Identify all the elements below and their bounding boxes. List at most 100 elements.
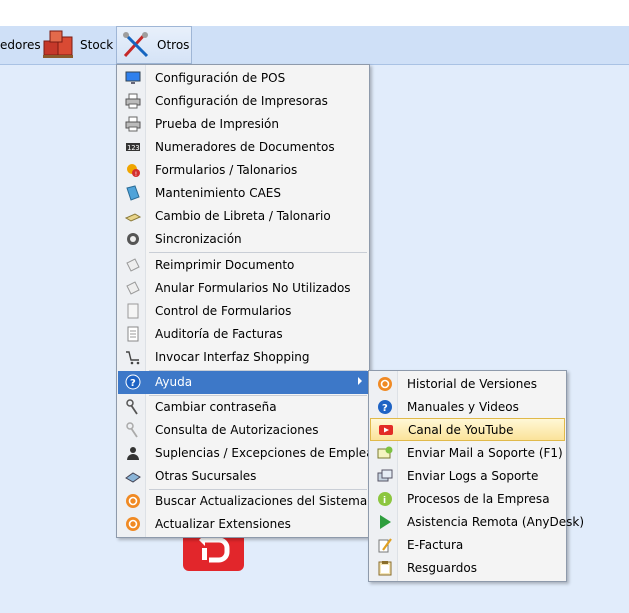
menu-item-consulta-autorizaciones[interactable]: Consulta de Autorizaciones [118,419,368,441]
menu-item-suplencias[interactable]: Suplencias / Excepciones de Empleados [118,442,395,464]
store-icon [125,472,141,483]
menu-item-control-formularios[interactable]: Control de Formularios [118,300,368,322]
toolbar-item-label: Stock [80,38,114,52]
stock-boxes-icon [43,30,73,58]
ayuda-submenu: Historial de Versiones ? Manuales y Vide… [368,370,584,582]
clipboard-icon [378,561,392,576]
otros-menu: Configuración de POS Configuración de Im… [116,64,395,538]
menu-item-cambio-libreta[interactable]: Cambio de Libreta / Talonario [118,205,368,227]
submenu-item-resguardos[interactable]: Resguardos [370,557,565,579]
toolbar-item-label: edores [0,38,41,52]
toolbar-item-proveedores[interactable]: edores [0,26,41,64]
submenu-item-e-factura[interactable]: E-Factura [370,534,565,556]
key-icon [126,422,138,438]
counter-icon: 123 [126,143,140,152]
help-icon: ? [125,374,141,390]
menu-item-label: Consulta de Autorizaciones [155,423,319,437]
menu-item-label: Numeradores de Documentos [155,140,335,154]
menu-separator [149,252,367,253]
key-icon [126,399,138,415]
menu-item-label: Canal de YouTube [408,423,514,437]
submenu-item-enviar-logs[interactable]: Enviar Logs a Soporte [370,465,565,487]
update-icon [126,517,140,531]
toolbar-item-stock[interactable]: Stock [40,26,114,64]
menu-item-label: Auditoría de Facturas [155,327,283,341]
menu-item-label: Actualizar Extensiones [155,517,291,531]
menu-item-buscar-actualizaciones[interactable]: Buscar Actualizaciones del Sistema [118,490,368,512]
menu-item-label: Historial de Versiones [407,377,538,391]
user-icon [127,447,139,460]
cart-icon [126,351,140,365]
menu-item-auditoria-facturas[interactable]: Auditoría de Facturas [118,323,368,345]
document-icon [126,258,140,272]
menu-item-interfaz-shopping[interactable]: Invocar Interfaz Shopping [118,346,368,368]
mail-icon [377,446,393,459]
menu-item-configuracion-pos[interactable]: Configuración de POS [118,67,368,89]
menu-item-cambiar-contrasena[interactable]: Cambiar contraseña [118,396,368,418]
youtube-icon [379,425,393,435]
printer-icon [125,116,141,132]
menu-item-label: Cambio de Libreta / Talonario [155,209,331,223]
menu-item-label: Suplencias / Excepciones de Empleados [155,446,395,460]
menu-item-label: Resguardos [407,561,477,575]
menu-item-label: Buscar Actualizaciones del Sistema [155,494,368,508]
svg-text:123: 123 [127,144,140,152]
tools-icon [123,32,149,58]
toolbar: edores Stock Otros [0,26,629,65]
info-icon: i [378,492,392,506]
menu-item-label: Anular Formularios No Utilizados [155,281,351,295]
menu-item-actualizar-extensiones[interactable]: Actualizar Extensiones [118,513,368,535]
svg-text:!: ! [135,171,137,178]
menu-item-label: Formularios / Talonarios [155,163,298,177]
menu-item-reimprimir[interactable]: Reimprimir Documento [118,254,368,276]
menu-item-numeradores[interactable]: 123 Numeradores de Documentos [118,136,368,158]
menu-item-configuracion-impresoras[interactable]: Configuración de Impresoras [118,90,368,112]
svg-text:?: ? [130,378,136,389]
menu-item-label: Configuración de POS [155,71,286,85]
menu-item-formularios-talonarios[interactable]: ! Formularios / Talonarios [118,159,368,181]
notebook-icon [125,213,141,222]
menu-item-prueba-impresion[interactable]: Prueba de Impresión [118,113,368,135]
menu-item-otras-sucursales[interactable]: Otras Sucursales [118,465,368,487]
menu-item-label: Control de Formularios [155,304,292,318]
submenu-item-canal-youtube[interactable]: Canal de YouTube [370,418,565,441]
toolbar-item-otros[interactable]: Otros [116,26,192,64]
gear-warning-icon: ! [127,164,140,178]
pen-icon [378,538,392,553]
menu-item-label: Asistencia Remota (AnyDesk) [407,515,585,529]
menu-item-label: Reimprimir Documento [155,258,295,272]
toolbar-item-label: Otros [157,38,190,52]
submenu-arrow-icon [358,377,362,385]
update-icon [126,494,140,508]
submenu-item-procesos-empresa[interactable]: i Procesos de la Empresa [370,488,565,510]
history-icon [378,377,392,391]
menu-item-label: E-Factura [407,538,464,552]
logs-icon [377,469,393,482]
menu-item-label: Cambiar contraseña [155,400,277,414]
menu-item-anular-formularios[interactable]: Anular Formularios No Utilizados [118,277,368,299]
submenu-item-asistencia-remota[interactable]: Asistencia Remota (AnyDesk) [370,511,584,533]
form-icon [127,303,139,319]
document-icon [126,281,140,295]
menu-item-label: Procesos de la Empresa [407,492,550,506]
menu-item-sincronizacion[interactable]: Sincronización [118,228,368,250]
menu-item-mantenimiento-caes[interactable]: Mantenimiento CAES [118,182,368,204]
menu-item-label: Enviar Mail a Soporte (F1) [407,446,563,460]
menu-item-label: Otras Sucursales [155,469,257,483]
menu-item-label: Sincronización [155,232,242,246]
submenu-item-historial-versiones[interactable]: Historial de Versiones [370,373,565,395]
submenu-item-enviar-mail[interactable]: Enviar Mail a Soporte (F1) [370,442,565,464]
help-icon: ? [378,400,392,414]
book-icon [126,185,140,201]
menu-item-label: Prueba de Impresión [155,117,279,131]
menu-item-label: Invocar Interfaz Shopping [155,350,310,364]
submenu-item-manuales-videos[interactable]: ? Manuales y Videos [370,396,565,418]
menu-item-ayuda[interactable]: ? Ayuda [118,371,368,394]
monitor-icon [125,71,141,84]
invoice-icon [127,326,139,342]
menu-item-label: Manuales y Videos [407,400,519,414]
svg-text:i: i [383,496,386,506]
menu-item-label: Configuración de Impresoras [155,94,328,108]
play-icon [380,515,391,529]
menu-item-label: Enviar Logs a Soporte [407,469,539,483]
